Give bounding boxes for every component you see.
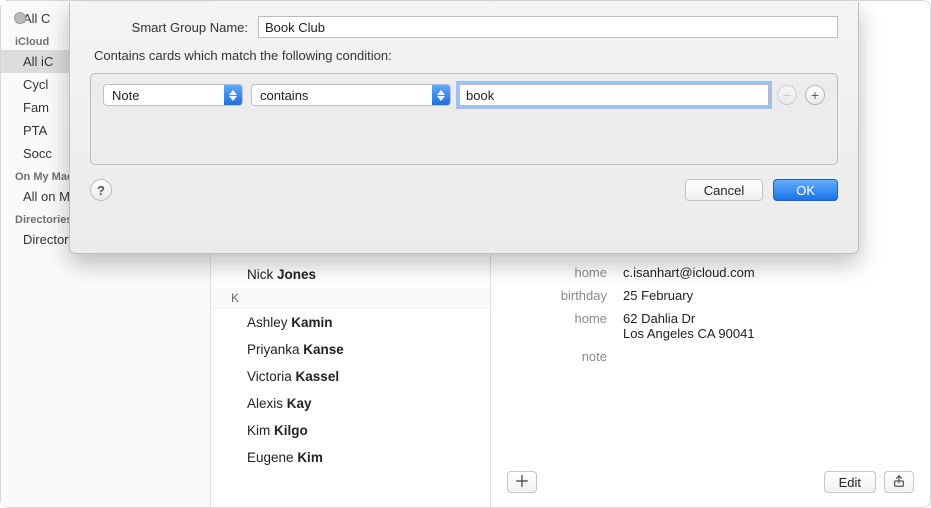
- detail-row: note: [491, 345, 930, 368]
- list-item[interactable]: Kim Kilgo: [211, 417, 490, 444]
- contact-first-name: Kim: [247, 423, 270, 438]
- add-field-button[interactable]: [507, 471, 537, 493]
- detail-row: home 62 Dahlia Dr Los Angeles CA 90041: [491, 307, 930, 345]
- cancel-button[interactable]: Cancel: [685, 179, 763, 201]
- plus-icon: +: [811, 88, 819, 102]
- contact-last-name: Kassel: [296, 369, 340, 384]
- detail-field-value: 25 February: [623, 288, 914, 303]
- detail-field-label: birthday: [507, 288, 607, 303]
- detail-footer: Edit: [507, 471, 914, 493]
- share-icon: [892, 474, 906, 491]
- contact-first-name: Eugene: [247, 450, 294, 465]
- detail-field-value[interactable]: [623, 349, 914, 364]
- rule-operator-value: contains: [252, 88, 432, 103]
- contact-first-name: Victoria: [247, 369, 292, 384]
- contact-last-name: Kamin: [291, 315, 332, 330]
- chevron-up-down-icon: [224, 85, 242, 105]
- list-item[interactable]: Victoria Kassel: [211, 363, 490, 390]
- detail-field-label: home: [507, 311, 607, 341]
- condition-description: Contains cards which match the following…: [90, 48, 838, 63]
- minus-icon: −: [783, 88, 791, 102]
- detail-field-label: note: [507, 349, 607, 364]
- smart-group-name-label: Smart Group Name:: [90, 20, 248, 35]
- contact-last-name: Kim: [297, 450, 323, 465]
- detail-field-label: home: [507, 265, 607, 280]
- rules-container: Note contains −: [90, 73, 838, 165]
- list-item[interactable]: Eugene Kim: [211, 444, 490, 471]
- contact-last-name: Kanse: [303, 342, 344, 357]
- edit-button[interactable]: Edit: [824, 471, 876, 493]
- smart-group-name-input[interactable]: [258, 16, 838, 38]
- help-button[interactable]: ?: [90, 179, 112, 201]
- contact-last-name: Kay: [287, 396, 312, 411]
- rule-row: Note contains −: [103, 84, 825, 106]
- ok-button[interactable]: OK: [773, 179, 838, 201]
- rule-field-value: Note: [104, 88, 224, 103]
- list-section-header: K: [211, 288, 490, 309]
- rule-value-input[interactable]: [459, 84, 769, 106]
- list-item[interactable]: Priyanka Kanse: [211, 336, 490, 363]
- detail-row: birthday 25 February: [491, 284, 930, 307]
- list-item[interactable]: Alexis Kay: [211, 390, 490, 417]
- contact-first-name: Nick: [247, 267, 273, 282]
- rule-field-popup[interactable]: Note: [103, 84, 243, 106]
- contact-first-name: Priyanka: [247, 342, 300, 357]
- detail-field-value: 62 Dahlia Dr Los Angeles CA 90041: [623, 311, 914, 341]
- share-button[interactable]: [884, 471, 914, 493]
- plus-icon: [515, 474, 529, 491]
- rule-operator-popup[interactable]: contains: [251, 84, 451, 106]
- chevron-up-down-icon: [432, 85, 450, 105]
- list-item[interactable]: Nick Jones: [211, 261, 490, 288]
- contact-first-name: Alexis: [247, 396, 283, 411]
- list-item[interactable]: Ashley Kamin: [211, 309, 490, 336]
- smart-group-sheet: Smart Group Name: Contains cards which m…: [69, 2, 859, 254]
- detail-field-value[interactable]: c.isanhart@icloud.com: [623, 265, 914, 280]
- contact-last-name: Kilgo: [274, 423, 308, 438]
- detail-row: home c.isanhart@icloud.com: [491, 261, 930, 284]
- traffic-close-button[interactable]: [14, 12, 26, 24]
- contact-last-name: Jones: [277, 267, 316, 282]
- remove-rule-button: −: [777, 85, 797, 105]
- add-rule-button[interactable]: +: [805, 85, 825, 105]
- contact-first-name: Ashley: [247, 315, 288, 330]
